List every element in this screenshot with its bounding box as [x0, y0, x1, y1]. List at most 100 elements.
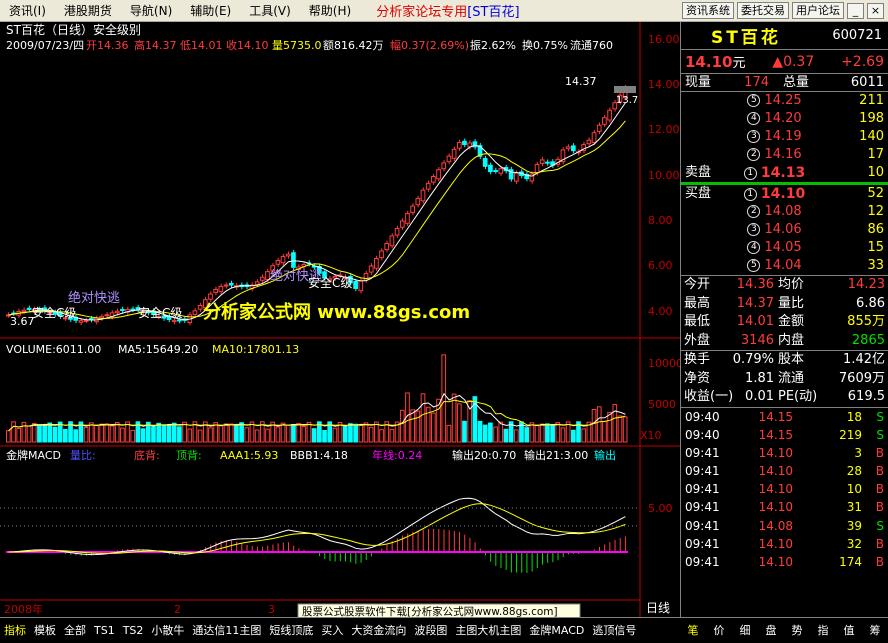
- user-forum-button[interactable]: 用户论坛: [792, 2, 844, 19]
- quote-tab[interactable]: 笔: [680, 620, 706, 642]
- indicator-tab[interactable]: TS1: [90, 620, 119, 642]
- quote-tab[interactable]: 价: [706, 620, 732, 642]
- tick-list[interactable]: 09:40 14.15 18 S 09:40 14.15 219 S 09:41 14.10 3 B 0…: [681, 408, 888, 572]
- volume-bar: [389, 429, 395, 443]
- buy-level-4[interactable]: 4 14.05 15: [681, 239, 888, 257]
- indicator-tab[interactable]: 买入: [317, 620, 347, 642]
- indicator-tab[interactable]: 小散牛: [147, 620, 188, 642]
- quote-header: ST百花 600721: [681, 22, 888, 50]
- header-amplitude: 幅0.37(2.69%): [390, 39, 469, 52]
- candle-body: [545, 161, 550, 164]
- indicator-tab[interactable]: TS2: [119, 620, 148, 642]
- volume-bar: [322, 430, 327, 443]
- sell-level-2[interactable]: 2 14.16 17: [681, 146, 888, 164]
- volume-bar: [11, 421, 16, 443]
- price-tick-16: 16.00: [648, 33, 680, 46]
- candle-body: [368, 265, 374, 273]
- tick-row: 09:41 14.08 39 S: [681, 517, 888, 535]
- tick-row: 09:41 14.10 32 B: [681, 535, 888, 553]
- candle-body: [353, 280, 358, 289]
- stat-label: 流通: [778, 370, 805, 386]
- indicator-tab[interactable]: 主图大机主图: [451, 620, 525, 642]
- vol-ma5: MA5:15649.20: [118, 343, 198, 356]
- tick-side: S: [876, 409, 884, 424]
- stat-label: 最高: [684, 295, 711, 311]
- stat-row: 最高 14.37 量比 6.86: [681, 295, 888, 314]
- low-price-label: 3.67: [10, 315, 35, 328]
- buy-level-5[interactable]: 5 14.04 33: [681, 257, 888, 275]
- volume-bar: [187, 428, 193, 443]
- level-number-icon: 2: [747, 205, 761, 218]
- quote-tab[interactable]: 细: [732, 620, 758, 642]
- quote-tab[interactable]: 势: [784, 620, 810, 642]
- level-number-icon: 4: [747, 241, 761, 254]
- indicator-tab[interactable]: 逃顶信号: [588, 620, 640, 642]
- menu-assist[interactable]: 辅助(E): [181, 0, 240, 22]
- indicator-tab[interactable]: 模板: [30, 620, 60, 642]
- volume-bar: [291, 424, 296, 443]
- sell-price: 3 14.19: [715, 128, 834, 146]
- minimize-icon[interactable]: _: [847, 2, 864, 19]
- price-tick-14: 14.00: [648, 78, 680, 91]
- menu-help[interactable]: 帮助(H): [300, 0, 360, 22]
- level-number-icon: 3: [747, 223, 761, 236]
- volume-bar: [420, 393, 426, 443]
- indicator-tab[interactable]: 短线顶底: [265, 620, 317, 642]
- volume-bar: [539, 423, 545, 443]
- candle-body: [498, 168, 504, 174]
- indicator-tab[interactable]: 大资金流向: [347, 620, 410, 642]
- header-liu: 流通760: [570, 38, 613, 52]
- volume-bar: [617, 415, 623, 443]
- buy-level-2[interactable]: 2 14.08 12: [681, 203, 888, 221]
- x-label-2: 2: [174, 603, 181, 616]
- tick-time: 09:41: [685, 482, 720, 497]
- stat-value: 3146: [740, 332, 774, 348]
- indicator-tabs: 指标 模板 全部 TS1 TS2 小散牛 通达信11主图 短线顶底 买入 大资金流向 波段图 主图大机…: [0, 620, 640, 642]
- volume-bar: [171, 422, 177, 443]
- volume-bar: [446, 424, 452, 443]
- menu-tools[interactable]: 工具(V): [240, 0, 300, 22]
- quote-tab[interactable]: 值: [836, 620, 862, 642]
- quote-tab[interactable]: 指: [810, 620, 836, 642]
- buy-level-3[interactable]: 3 14.06 86: [681, 221, 888, 239]
- volume-bar: [545, 423, 550, 443]
- stat-value: 14.23: [847, 277, 885, 292]
- macd-i9: 输出: [594, 448, 616, 462]
- indicator-tab[interactable]: 全部: [60, 620, 90, 642]
- sell-level-1[interactable]: 卖盘 1 14.13 10: [681, 164, 888, 182]
- entrust-trade-button[interactable]: 委托交易: [737, 2, 789, 19]
- sell-level-3[interactable]: 3 14.19 140: [681, 128, 888, 146]
- quote-tab[interactable]: 筹: [862, 620, 888, 642]
- macd-i6: 年线:0.24: [372, 448, 422, 462]
- sell-level-4[interactable]: 4 14.20 198: [681, 110, 888, 128]
- candle-body: [285, 253, 291, 257]
- stock-code: 600721: [832, 28, 882, 43]
- menu-info[interactable]: 资讯(I): [0, 0, 55, 22]
- buy-level-1[interactable]: 买盘 1 14.10 52: [681, 185, 888, 203]
- volume-bar: [88, 422, 94, 443]
- now-vol: 174: [744, 74, 769, 90]
- buy-level-label: [685, 203, 715, 221]
- indicator-tab[interactable]: 通达信11主图: [188, 620, 265, 642]
- indicator-tab[interactable]: 波段图: [410, 620, 451, 642]
- tick-time: 09:41: [685, 445, 720, 460]
- tick-volume: 39: [846, 518, 862, 533]
- menu-navigate[interactable]: 导航(N): [121, 0, 181, 22]
- menu-bar: 资讯(I) 港股期货 导航(N) 辅助(E) 工具(V) 帮助(H) 分析家论坛…: [0, 0, 888, 22]
- indicator-tab[interactable]: 金牌MACD: [525, 620, 588, 642]
- info-system-button[interactable]: 资讯系统: [682, 2, 734, 19]
- volume-bar: [415, 410, 421, 443]
- quote-tab[interactable]: 盘: [758, 620, 784, 642]
- candle-body: [280, 256, 286, 264]
- volume-bar: [591, 408, 597, 443]
- menu-hk-futures[interactable]: 港股期货: [55, 0, 121, 22]
- close-icon[interactable]: ×: [867, 2, 884, 19]
- candle-body: [130, 308, 136, 311]
- download-banner[interactable]: 股票公式股票软件下载[分析家公式网www.88gs.com]: [302, 605, 558, 617]
- sell-level-5[interactable]: 5 14.25 211: [681, 92, 888, 110]
- header-zhen: 振2.62%: [470, 38, 516, 52]
- ohlc-line: 2009/07/23/四 开14.36 高14.37 低14.01 收14.10…: [6, 38, 613, 52]
- indicator-tab[interactable]: 指标: [0, 620, 30, 642]
- price-tick-6: 6.00: [648, 259, 673, 272]
- kline-chart[interactable]: ST百花（日线）安全级别 2009/07/23/四 开14.36 高14.37 …: [0, 22, 680, 617]
